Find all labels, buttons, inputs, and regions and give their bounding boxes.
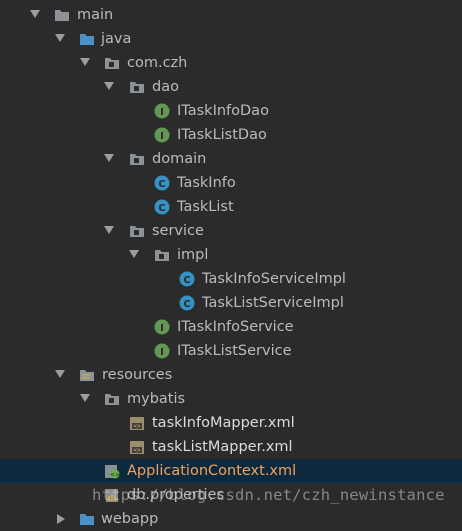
tree-item-resources[interactable]: resources xyxy=(0,363,462,387)
tree-item-tasklistmapper-xml[interactable]: <> taskListMapper.xml xyxy=(0,435,462,459)
tree-item-tasklist[interactable]: C TaskList xyxy=(0,195,462,219)
package-icon xyxy=(129,223,145,239)
tree-item-label: ITaskListDao xyxy=(177,127,267,143)
watermark-text: https://blog.csdn.net/czh_newinstance xyxy=(92,486,445,504)
interface-icon: I xyxy=(154,343,170,359)
package-icon xyxy=(154,247,170,263)
tree-item-label: resources xyxy=(102,367,173,383)
class-icon: C xyxy=(179,295,195,311)
svg-text:C: C xyxy=(183,275,190,286)
xml-file-icon: <> xyxy=(129,439,145,455)
expand-arrow-icon[interactable] xyxy=(104,226,114,234)
folder-icon xyxy=(54,7,70,23)
expand-arrow-icon[interactable] xyxy=(104,82,114,90)
package-icon xyxy=(104,55,120,71)
svg-text:<>: <> xyxy=(133,447,141,454)
expand-arrow-icon[interactable] xyxy=(30,10,40,18)
class-icon: C xyxy=(154,175,170,191)
svg-text:I: I xyxy=(160,107,164,118)
tree-item-applicationcontext-xml[interactable]: <> ApplicationContext.xml xyxy=(0,459,462,483)
class-icon: C xyxy=(179,271,195,287)
svg-text:<>: <> xyxy=(110,472,120,479)
tree-item-label: TaskListServiceImpl xyxy=(202,295,344,311)
tree-item-itasklistservice[interactable]: I ITaskListService xyxy=(0,339,462,363)
tree-item-label: impl xyxy=(177,247,209,263)
tree-item-label: service xyxy=(152,223,204,239)
package-icon xyxy=(129,79,145,95)
tree-item-itaskinfodao[interactable]: I ITaskInfoDao xyxy=(0,99,462,123)
tree-item-service[interactable]: service xyxy=(0,219,462,243)
tree-item-label: java xyxy=(101,31,132,47)
tree-item-taskinfoserviceimpl[interactable]: C TaskInfoServiceImpl xyxy=(0,267,462,291)
tree-item-label: taskInfoMapper.xml xyxy=(152,415,295,431)
tree-item-label: ITaskListService xyxy=(177,343,292,359)
web-folder-icon xyxy=(79,511,95,527)
expand-arrow-icon[interactable] xyxy=(104,154,114,162)
tree-item-dao[interactable]: dao xyxy=(0,75,462,99)
tree-item-main[interactable]: main xyxy=(0,3,462,27)
tree-item-label: mybatis xyxy=(127,391,186,407)
tree-item-label: taskListMapper.xml xyxy=(152,439,293,455)
tree-item-label: domain xyxy=(152,151,207,167)
spring-xml-icon: <> xyxy=(104,463,120,479)
expand-arrow-icon[interactable] xyxy=(80,58,90,66)
tree-item-label: TaskInfoServiceImpl xyxy=(202,271,346,287)
package-icon xyxy=(129,151,145,167)
source-folder-icon xyxy=(79,31,95,47)
svg-text:I: I xyxy=(160,131,164,142)
tree-item-taskinfomapper-xml[interactable]: <> taskInfoMapper.xml xyxy=(0,411,462,435)
tree-item-label: ApplicationContext.xml xyxy=(127,463,297,479)
tree-item-impl[interactable]: impl xyxy=(0,243,462,267)
tree-item-webapp[interactable]: webapp xyxy=(0,507,462,531)
svg-text:C: C xyxy=(158,203,165,214)
interface-icon: I xyxy=(154,319,170,335)
svg-text:C: C xyxy=(158,179,165,190)
tree-item-java[interactable]: java xyxy=(0,27,462,51)
tree-item-itasklistdao[interactable]: I ITaskListDao xyxy=(0,123,462,147)
tree-item-label: dao xyxy=(152,79,179,95)
svg-text:I: I xyxy=(160,323,164,334)
expand-arrow-icon[interactable] xyxy=(55,370,65,378)
tree-item-label: webapp xyxy=(101,511,159,527)
xml-file-icon: <> xyxy=(129,415,145,431)
tree-item-itaskinfoservice[interactable]: I ITaskInfoService xyxy=(0,315,462,339)
tree-item-domain[interactable]: domain xyxy=(0,147,462,171)
tree-item-taskinfo[interactable]: C TaskInfo xyxy=(0,171,462,195)
tree-item-label: ITaskInfoDao xyxy=(177,103,269,119)
tree-item-label: com.czh xyxy=(127,55,188,71)
interface-icon: I xyxy=(154,127,170,143)
class-icon: C xyxy=(154,199,170,215)
interface-icon: I xyxy=(154,103,170,119)
collapse-arrow-icon[interactable] xyxy=(57,514,65,524)
tree-item-label: main xyxy=(77,7,114,23)
tree-item-label: ITaskInfoService xyxy=(177,319,294,335)
svg-text:C: C xyxy=(183,299,190,310)
project-tree: main java com.czh dao I ITaskInfoDao I I… xyxy=(0,0,462,527)
tree-item-mybatis[interactable]: mybatis xyxy=(0,387,462,411)
expand-arrow-icon[interactable] xyxy=(80,394,90,402)
svg-text:I: I xyxy=(160,347,164,358)
expand-arrow-icon[interactable] xyxy=(55,34,65,42)
tree-item-label: TaskInfo xyxy=(177,175,236,191)
svg-text:<>: <> xyxy=(133,423,141,430)
package-icon xyxy=(104,391,120,407)
resources-folder-icon xyxy=(79,367,95,383)
expand-arrow-icon[interactable] xyxy=(129,250,139,258)
tree-item-label: TaskList xyxy=(177,199,234,215)
tree-item-com-czh[interactable]: com.czh xyxy=(0,51,462,75)
tree-item-tasklistserviceimpl[interactable]: C TaskListServiceImpl xyxy=(0,291,462,315)
